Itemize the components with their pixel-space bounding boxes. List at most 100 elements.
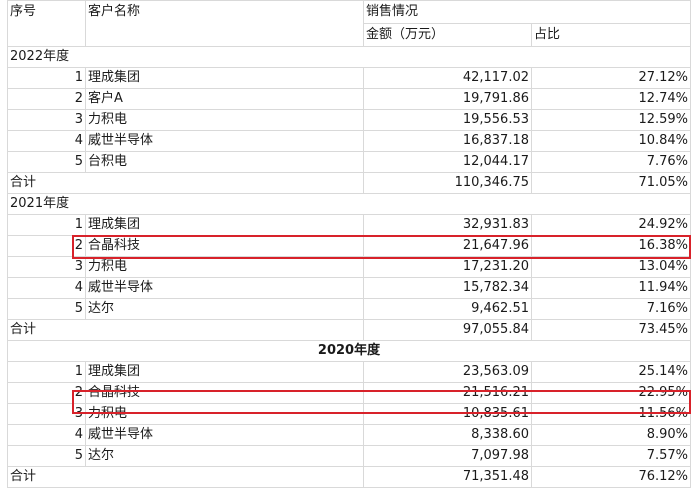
total-label: 合计 — [7, 172, 364, 194]
header-row-1: 序号 客户名称 销售情况 — [7, 0, 692, 47]
row-customer: 合晶科技 — [85, 235, 364, 257]
row-customer: 威世半导体 — [85, 277, 364, 299]
row-ratio: 24.92% — [530, 214, 692, 236]
row-customer: 合晶科技 — [85, 382, 364, 404]
row-amount: 8,338.60 — [363, 424, 532, 446]
row-amount: 15,782.34 — [363, 277, 532, 299]
header-ratio: 占比 — [530, 23, 692, 47]
row-seq: 5 — [7, 298, 86, 320]
table-row: 2 合晶科技 21,647.96 16.38% — [7, 235, 692, 257]
row-seq: 4 — [7, 130, 86, 152]
row-amount: 12,044.17 — [363, 151, 532, 173]
row-ratio: 11.94% — [530, 277, 692, 299]
table-row: 1 理成集团 23,563.09 25.14% — [7, 361, 692, 383]
row-amount: 21,647.96 — [363, 235, 532, 257]
row-amount: 9,462.51 — [363, 298, 532, 320]
table-row: 1 理成集团 32,931.83 24.92% — [7, 214, 692, 236]
table-row: 4 威世半导体 15,782.34 11.94% — [7, 277, 692, 299]
row-seq: 2 — [7, 88, 86, 110]
row-amount: 19,791.86 — [363, 88, 532, 110]
row-customer: 力积电 — [85, 403, 364, 425]
total-ratio: 76.12% — [530, 466, 692, 488]
row-amount: 21,516.21 — [363, 382, 532, 404]
total-label: 合计 — [7, 466, 364, 488]
row-seq: 1 — [7, 214, 86, 236]
total-row: 合计 71,351.48 76.12% — [7, 466, 692, 488]
row-customer: 达尔 — [85, 445, 364, 467]
table-row: 5 台积电 12,044.17 7.76% — [7, 151, 692, 173]
row-amount: 7,097.98 — [363, 445, 532, 467]
table-row: 1 理成集团 42,117.02 27.12% — [7, 67, 692, 89]
row-customer: 力积电 — [85, 109, 364, 131]
table-row: 3 力积电 10,835.61 11.56% — [7, 403, 692, 425]
row-customer: 客户A — [85, 88, 364, 110]
row-seq: 2 — [7, 382, 86, 404]
year-row: 2022年度 — [6, 46, 692, 68]
row-ratio: 7.76% — [530, 151, 692, 173]
row-customer: 理成集团 — [85, 214, 364, 236]
total-row: 合计 110,346.75 71.05% — [7, 172, 692, 194]
row-ratio: 25.14% — [530, 361, 692, 383]
row-amount: 42,117.02 — [363, 67, 532, 89]
row-customer: 力积电 — [85, 256, 364, 278]
row-seq: 2 — [7, 235, 86, 257]
table-row: 5 达尔 9,462.51 7.16% — [7, 298, 692, 320]
table-row: 4 威世半导体 16,837.18 10.84% — [7, 130, 692, 152]
row-customer: 威世半导体 — [85, 424, 364, 446]
table-row: 3 力积电 19,556.53 12.59% — [7, 109, 692, 131]
row-amount: 16,837.18 — [363, 130, 532, 152]
row-seq: 3 — [7, 403, 86, 425]
year-row: 2021年度 — [6, 193, 692, 215]
row-amount: 19,556.53 — [363, 109, 532, 131]
year-label: 2020年度 — [6, 340, 692, 362]
total-label: 合计 — [7, 319, 364, 341]
table-row: 4 威世半导体 8,338.60 8.90% — [7, 424, 692, 446]
total-amount: 110,346.75 — [363, 172, 532, 194]
total-ratio: 71.05% — [530, 172, 692, 194]
row-ratio: 12.59% — [530, 109, 692, 131]
header-amount: 金额（万元） — [363, 23, 532, 47]
sales-table: 序号 客户名称 销售情况 金额（万元） 占比 2022年度 1 理成集团 42,117… — [6, 0, 692, 488]
row-seq: 3 — [7, 109, 86, 131]
table-row: 3 力积电 17,231.20 13.04% — [7, 256, 692, 278]
row-amount: 23,563.09 — [363, 361, 532, 383]
row-customer: 达尔 — [85, 298, 364, 320]
table-row: 2 合晶科技 21,516.21 22.95% — [7, 382, 692, 404]
row-ratio: 11.56% — [530, 403, 692, 425]
row-amount: 32,931.83 — [363, 214, 532, 236]
row-ratio: 7.16% — [530, 298, 692, 320]
header-sales: 销售情况 — [362, 0, 692, 24]
row-ratio: 13.04% — [530, 256, 692, 278]
row-amount: 10,835.61 — [363, 403, 532, 425]
row-ratio: 16.38% — [530, 235, 692, 257]
total-ratio: 73.45% — [530, 319, 692, 341]
row-ratio: 27.12% — [530, 67, 692, 89]
table-row: 5 达尔 7,097.98 7.57% — [7, 445, 692, 467]
row-seq: 5 — [7, 151, 86, 173]
total-amount: 71,351.48 — [363, 466, 532, 488]
row-customer: 理成集团 — [85, 361, 364, 383]
row-seq: 4 — [7, 424, 86, 446]
year-label: 2022年度 — [6, 46, 692, 68]
row-seq: 4 — [7, 277, 86, 299]
row-amount: 17,231.20 — [363, 256, 532, 278]
row-customer: 威世半导体 — [85, 130, 364, 152]
year-label: 2021年度 — [6, 193, 692, 215]
row-seq: 3 — [7, 256, 86, 278]
row-ratio: 22.95% — [530, 382, 692, 404]
total-row: 合计 97,055.84 73.45% — [7, 319, 692, 341]
year-row: 2020年度 — [6, 340, 692, 362]
row-customer: 台积电 — [85, 151, 364, 173]
row-ratio: 8.90% — [530, 424, 692, 446]
table-body: 2022年度 1 理成集团 42,117.02 27.12% 2 客户A 19,791.86 1… — [6, 46, 692, 488]
row-seq: 1 — [7, 361, 86, 383]
header-seq: 序号 — [7, 0, 86, 47]
total-amount: 97,055.84 — [363, 319, 532, 341]
row-seq: 1 — [7, 67, 86, 89]
row-ratio: 12.74% — [530, 88, 692, 110]
header-customer: 客户名称 — [85, 0, 364, 47]
table-row: 2 客户A 19,791.86 12.74% — [7, 88, 692, 110]
row-customer: 理成集团 — [85, 67, 364, 89]
row-ratio: 7.57% — [530, 445, 692, 467]
row-ratio: 10.84% — [530, 130, 692, 152]
